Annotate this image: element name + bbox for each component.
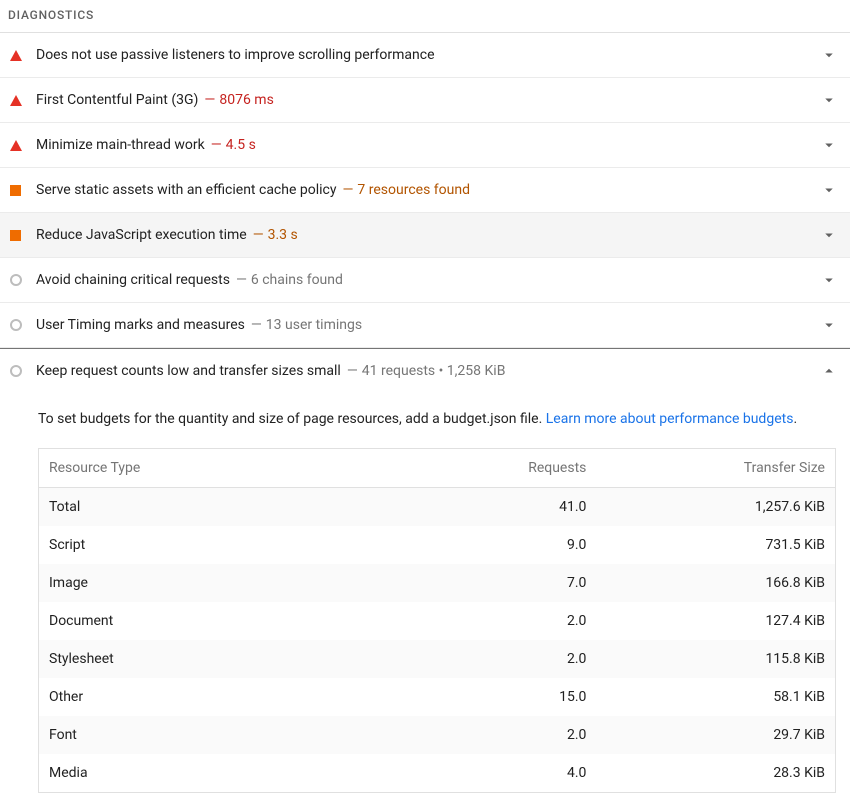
table-row: Image7.0166.8 KiB xyxy=(39,564,836,602)
audit-detail: 41 requests • 1,258 KiB xyxy=(362,363,506,379)
audit-row[interactable]: Minimize main-thread work —4.5 s xyxy=(0,123,850,168)
table-row: Stylesheet2.0115.8 KiB xyxy=(39,640,836,678)
average-square-icon xyxy=(10,185,21,196)
chevron-down-icon xyxy=(820,316,842,334)
cell-transfer-size: 166.8 KiB xyxy=(596,564,835,602)
fail-triangle-icon xyxy=(10,50,22,61)
cell-requests: 15.0 xyxy=(389,678,596,716)
audit-row[interactable]: Does not use passive listeners to improv… xyxy=(0,33,850,78)
info-circle-icon xyxy=(10,365,22,377)
fail-triangle-icon xyxy=(10,140,22,151)
cell-transfer-size: 127.4 KiB xyxy=(596,602,835,640)
audit-title: Does not use passive listeners to improv… xyxy=(36,47,435,63)
audit-title: First Contentful Paint (3G) xyxy=(36,92,198,108)
cell-resource-type: Font xyxy=(39,716,390,754)
cell-requests: 7.0 xyxy=(389,564,596,602)
table-row: Script9.0731.5 KiB xyxy=(39,526,836,564)
table-row: Document2.0127.4 KiB xyxy=(39,602,836,640)
chevron-down-icon xyxy=(820,271,842,289)
chevron-down-icon xyxy=(820,136,842,154)
audit-title: Reduce JavaScript execution time xyxy=(36,227,247,243)
chevron-down-icon xyxy=(820,91,842,109)
audit-title: Serve static assets with an efficient ca… xyxy=(36,182,336,198)
chevron-down-icon xyxy=(820,46,842,64)
cell-transfer-size: 58.1 KiB xyxy=(596,678,835,716)
audit-dash: — xyxy=(211,137,222,153)
cell-transfer-size: 28.3 KiB xyxy=(596,754,835,793)
diagnostics-section-header: DIAGNOSTICS xyxy=(0,0,850,33)
chevron-down-icon xyxy=(820,181,842,199)
audit-detail: 8076 ms xyxy=(219,92,273,108)
cell-requests: 2.0 xyxy=(389,640,596,678)
audit-title: User Timing marks and measures xyxy=(36,317,245,333)
audit-title: Avoid chaining critical requests xyxy=(36,272,230,288)
fail-triangle-icon xyxy=(10,95,22,106)
cell-requests: 9.0 xyxy=(389,526,596,564)
audit-title: Keep request counts low and transfer siz… xyxy=(36,363,341,379)
cell-transfer-size: 731.5 KiB xyxy=(596,526,835,564)
learn-more-link[interactable]: Learn more about performance budgets xyxy=(546,411,794,427)
info-circle-icon xyxy=(10,274,22,286)
audit-description-suffix: . xyxy=(793,411,797,427)
cell-resource-type: Document xyxy=(39,602,390,640)
audit-detail: 3.3 s xyxy=(268,227,298,243)
table-header: Resource Type xyxy=(39,449,390,488)
audit-dash: — xyxy=(342,182,353,198)
resource-breakdown-table: Resource TypeRequestsTransfer SizeTotal4… xyxy=(38,448,836,793)
cell-requests: 2.0 xyxy=(389,716,596,754)
table-row: Other15.058.1 KiB xyxy=(39,678,836,716)
cell-resource-type: Total xyxy=(39,488,390,527)
cell-transfer-size: 115.8 KiB xyxy=(596,640,835,678)
audit-dash: — xyxy=(204,92,215,108)
cell-transfer-size: 29.7 KiB xyxy=(596,716,835,754)
audit-row[interactable]: First Contentful Paint (3G) —8076 ms xyxy=(0,78,850,123)
cell-resource-type: Script xyxy=(39,526,390,564)
table-header: Transfer Size xyxy=(596,449,835,488)
cell-resource-type: Image xyxy=(39,564,390,602)
audit-row[interactable]: Reduce JavaScript execution time —3.3 s xyxy=(0,213,850,258)
cell-resource-type: Other xyxy=(39,678,390,716)
audit-dash: — xyxy=(236,272,247,288)
audit-row[interactable]: User Timing marks and measures —13 user t… xyxy=(0,303,850,348)
average-square-icon xyxy=(10,230,21,241)
audit-description-text: To set budgets for the quantity and size… xyxy=(38,411,546,427)
audit-detail: 7 resources found xyxy=(357,182,470,198)
cell-requests: 41.0 xyxy=(389,488,596,527)
audit-dash: — xyxy=(347,363,358,379)
table-row: Media4.028.3 KiB xyxy=(39,754,836,793)
cell-requests: 4.0 xyxy=(389,754,596,793)
cell-requests: 2.0 xyxy=(389,602,596,640)
audit-expanded-body: To set budgets for the quantity and size… xyxy=(0,393,850,793)
table-row: Font2.029.7 KiB xyxy=(39,716,836,754)
audit-dash: — xyxy=(253,227,264,243)
cell-resource-type: Media xyxy=(39,754,390,793)
audit-detail: 13 user timings xyxy=(266,317,362,333)
audit-title: Minimize main-thread work xyxy=(36,137,205,153)
audit-row[interactable]: Avoid chaining critical requests —6 chain… xyxy=(0,258,850,303)
audit-detail: 6 chains found xyxy=(251,272,343,288)
cell-transfer-size: 1,257.6 KiB xyxy=(596,488,835,527)
table-row: Total41.01,257.6 KiB xyxy=(39,488,836,527)
audit-row[interactable]: Keep request counts low and transfer siz… xyxy=(0,348,850,393)
info-circle-icon xyxy=(10,319,22,331)
audit-detail: 4.5 s xyxy=(226,137,256,153)
chevron-down-icon xyxy=(820,226,842,244)
audit-dash: — xyxy=(251,317,262,333)
audit-description: To set budgets for the quantity and size… xyxy=(38,409,850,430)
table-header: Requests xyxy=(389,449,596,488)
cell-resource-type: Stylesheet xyxy=(39,640,390,678)
chevron-up-icon xyxy=(820,362,842,380)
audit-row[interactable]: Serve static assets with an efficient ca… xyxy=(0,168,850,213)
